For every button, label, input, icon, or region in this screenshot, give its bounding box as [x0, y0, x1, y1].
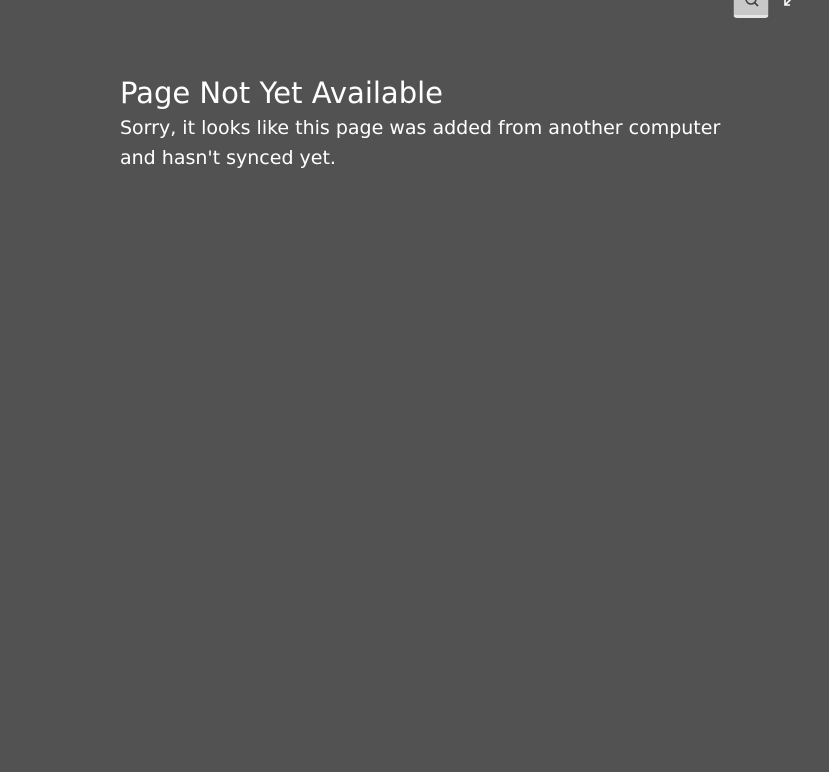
search-button[interactable] — [733, 0, 769, 18]
collapse-button[interactable] — [781, 0, 797, 12]
page-message: Sorry, it looks like this page was added… — [120, 117, 721, 169]
top-toolbar — [709, 0, 829, 28]
page-content: Page Not Yet Available Sorry, it looks l… — [120, 76, 760, 173]
page-title: Page Not Yet Available — [120, 76, 444, 110]
search-icon — [745, 0, 759, 7]
collapse-arrow-icon — [784, 0, 792, 6]
